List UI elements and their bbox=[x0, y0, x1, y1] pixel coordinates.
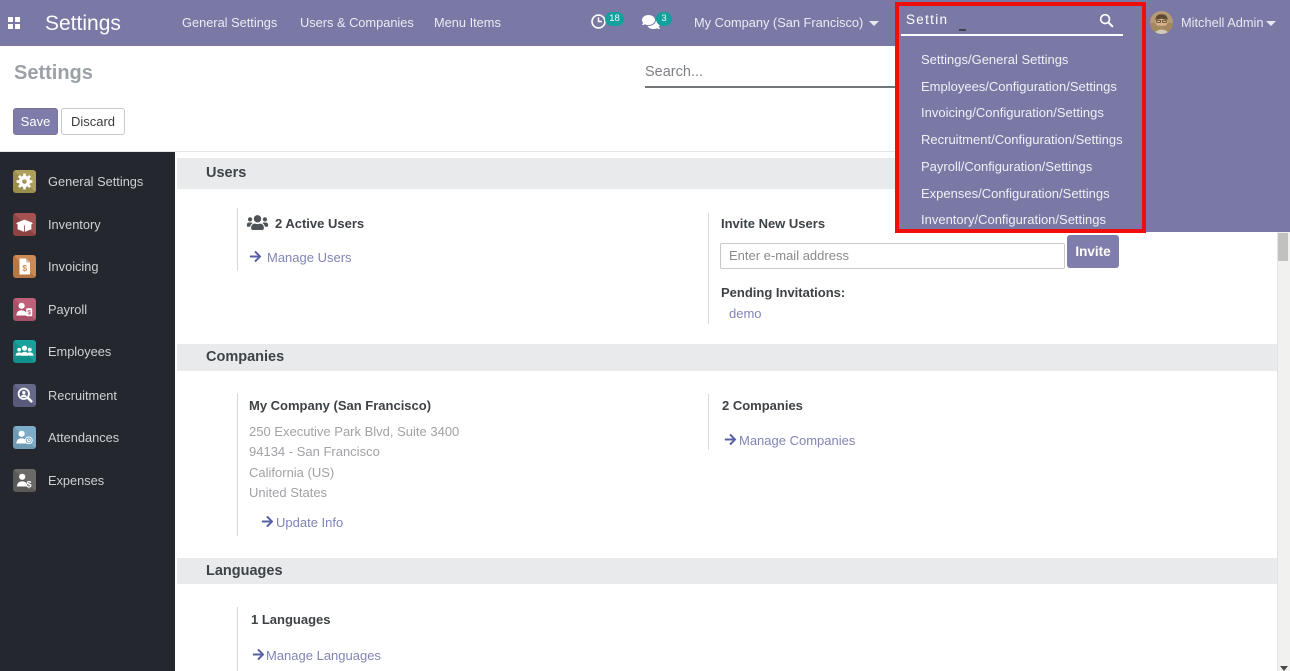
svg-text:$: $ bbox=[26, 480, 31, 490]
svg-text:$: $ bbox=[22, 263, 27, 273]
svg-text:$: $ bbox=[27, 310, 31, 317]
